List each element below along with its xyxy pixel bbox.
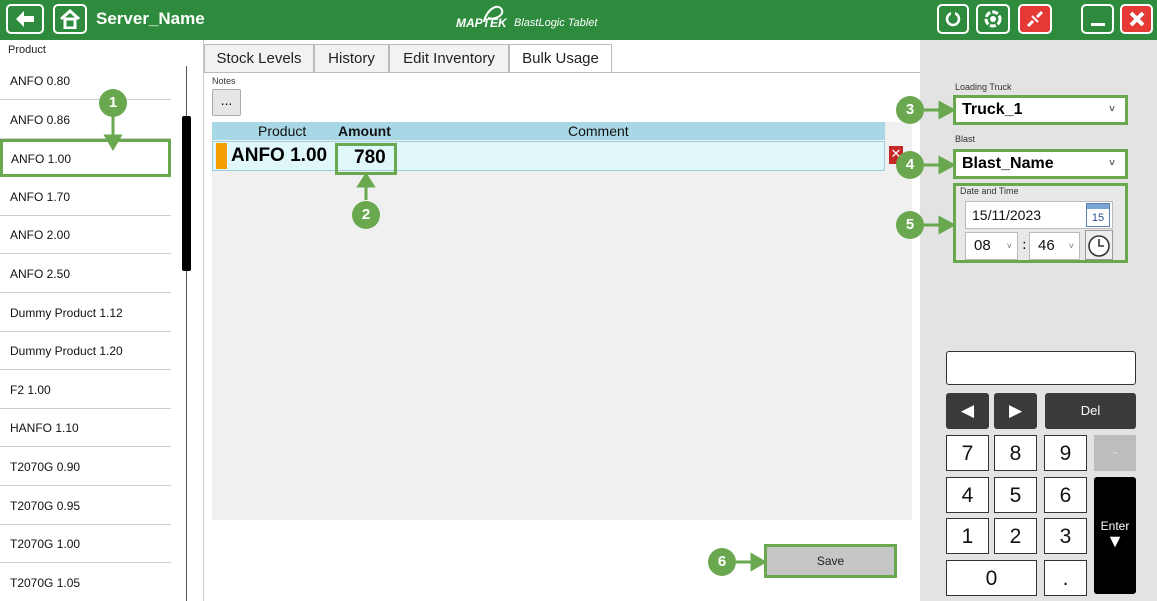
- row-amount-cell[interactable]: 780: [335, 143, 397, 175]
- close-button[interactable]: [1120, 4, 1153, 34]
- keypad-0[interactable]: 0: [946, 560, 1037, 596]
- list-item[interactable]: ANFO 2.00: [0, 216, 171, 255]
- callout-6-arrowhead: [750, 552, 767, 572]
- list-item[interactable]: ANFO 0.86: [0, 100, 171, 139]
- tab-stock-levels[interactable]: Stock Levels: [204, 44, 314, 72]
- list-item[interactable]: T2070G 1.00: [0, 525, 171, 564]
- keypad-enter-button[interactable]: Enter ▼: [1094, 477, 1136, 594]
- column-header-comment: Comment: [568, 123, 629, 139]
- column-header-product: Product: [258, 123, 307, 139]
- time-separator: :: [1022, 237, 1027, 253]
- server-name: Server_Name: [96, 9, 205, 28]
- keypad-1[interactable]: 1: [946, 518, 989, 554]
- callout-5: 5: [896, 211, 924, 239]
- disconnect-button[interactable]: [1018, 4, 1052, 34]
- notes-button[interactable]: ...: [212, 89, 241, 116]
- keypad-right-button[interactable]: ▶: [994, 393, 1037, 429]
- list-item[interactable]: T2070G 0.95: [0, 486, 171, 525]
- list-item[interactable]: Dummy Product 1.20: [0, 332, 171, 371]
- clock-icon: [1088, 235, 1110, 257]
- loading-truck-select[interactable]: Truck_1 ˅: [953, 95, 1128, 125]
- keypad-9[interactable]: 9: [1044, 435, 1087, 471]
- tab-edit-inventory[interactable]: Edit Inventory: [389, 44, 509, 72]
- minute-select[interactable]: 46 ˅: [1029, 232, 1080, 260]
- enter-arrow-icon: ▼: [1106, 531, 1124, 551]
- keypad-2[interactable]: 2: [994, 518, 1037, 554]
- keypad-left-button[interactable]: ◀: [946, 393, 989, 429]
- list-item[interactable]: Dummy Product 1.12: [0, 293, 171, 332]
- disconnect-icon: [1026, 10, 1044, 28]
- chevron-down-icon: ˅: [1006, 241, 1012, 251]
- keypad-7[interactable]: 7: [946, 435, 989, 471]
- keypad-display[interactable]: [946, 351, 1136, 385]
- column-header-amount: Amount: [338, 123, 391, 139]
- list-item[interactable]: T2070G 0.90: [0, 448, 171, 486]
- blast-value: Blast_Name: [962, 155, 1054, 172]
- app-window: Server_Name MAPTEK BlastLogic Tablet Pro…: [0, 0, 1157, 601]
- minimize-icon: [1090, 23, 1105, 26]
- settings-button[interactable]: [976, 4, 1010, 34]
- keypad-3[interactable]: 3: [1044, 518, 1087, 554]
- keypad-del-button[interactable]: Del: [1045, 393, 1136, 429]
- usage-grid: [212, 122, 912, 520]
- keypad-6[interactable]: 6: [1044, 477, 1087, 513]
- chevron-down-icon: ˅: [1109, 104, 1115, 115]
- minute-value: 46: [1038, 237, 1055, 254]
- tab-history[interactable]: History: [314, 44, 389, 72]
- brand: MAPTEK BlastLogic Tablet: [456, 4, 716, 34]
- list-item[interactable]: HANFO 1.10: [0, 409, 171, 448]
- product-list-header: Product: [8, 44, 46, 56]
- brand-app-name: BlastLogic Tablet: [514, 17, 598, 29]
- keypad-5[interactable]: 5: [994, 477, 1037, 513]
- hour-value: 08: [974, 237, 991, 254]
- keypad-minus: -: [1094, 435, 1136, 471]
- sync-button[interactable]: [937, 4, 969, 34]
- blast-label: Blast: [955, 134, 976, 144]
- list-item[interactable]: T2070G 1.05: [0, 563, 171, 601]
- title-bar: Server_Name MAPTEK BlastLogic Tablet: [0, 0, 1157, 40]
- list-item[interactable]: ANFO 1.00: [0, 139, 171, 178]
- product-scrollbar[interactable]: [182, 116, 191, 271]
- home-icon: [60, 9, 80, 29]
- notes-label: Notes: [212, 76, 236, 86]
- clock-button[interactable]: [1085, 230, 1113, 260]
- blast-select[interactable]: Blast_Name ˅: [953, 149, 1128, 179]
- callout-3: 3: [896, 96, 924, 124]
- back-arrow-icon: [16, 11, 34, 27]
- hour-select[interactable]: 08 ˅: [965, 232, 1018, 260]
- keypad-dot[interactable]: .: [1044, 560, 1087, 596]
- callout-6: 6: [708, 548, 736, 576]
- keypad-4[interactable]: 4: [946, 477, 989, 513]
- loading-truck-label: Loading Truck: [955, 82, 1012, 92]
- grid-header: Product Amount Comment: [212, 122, 885, 140]
- minimize-button[interactable]: [1081, 4, 1114, 34]
- chevron-down-icon: ˅: [1109, 158, 1115, 169]
- callout-2: 2: [352, 201, 380, 229]
- settings-icon: [984, 10, 1002, 28]
- sync-icon: [945, 10, 961, 27]
- list-item[interactable]: F2 1.00: [0, 370, 171, 409]
- tab-bulk-usage[interactable]: Bulk Usage: [509, 44, 612, 72]
- chevron-down-icon: ˅: [1068, 241, 1074, 251]
- product-list-panel: Product ANFO 0.80 ANFO 0.86 ANFO 1.00 ANFO …: [0, 40, 203, 601]
- date-time-label: Date and Time: [960, 186, 1019, 196]
- keypad-8[interactable]: 8: [994, 435, 1037, 471]
- row-product-cell: ANFO 1.00: [231, 145, 328, 166]
- back-button[interactable]: [6, 4, 44, 34]
- save-button[interactable]: Save: [764, 544, 897, 578]
- brand-logo: MAPTEK: [456, 16, 507, 30]
- loading-truck-value: Truck_1: [962, 101, 1023, 118]
- tab-underline: [204, 72, 920, 73]
- calendar-icon[interactable]: 15: [1086, 203, 1110, 227]
- list-item[interactable]: ANFO 0.80: [0, 62, 171, 100]
- home-button[interactable]: [53, 4, 87, 34]
- divider: [203, 40, 204, 601]
- row-marker: [216, 143, 227, 169]
- list-item[interactable]: ANFO 1.70: [0, 177, 171, 216]
- callout-1: 1: [99, 89, 127, 117]
- close-icon: [1129, 11, 1144, 27]
- list-item[interactable]: ANFO 2.50: [0, 255, 171, 293]
- callout-4: 4: [896, 151, 924, 179]
